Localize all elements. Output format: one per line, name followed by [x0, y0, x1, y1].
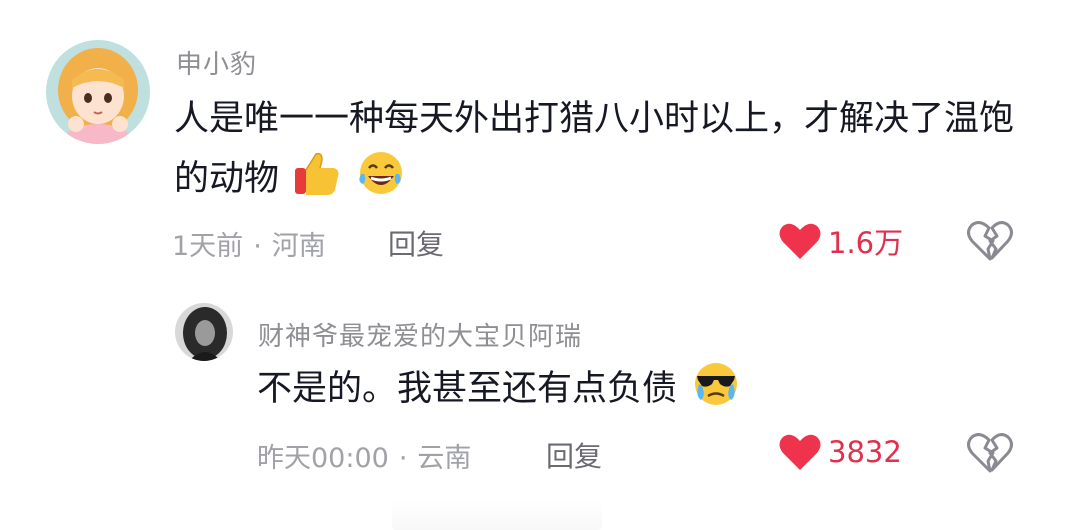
comment-location: 河南	[271, 231, 326, 262]
comment-text: 的动物	[174, 144, 405, 222]
meta-separator: ·	[253, 231, 262, 262]
comment-meta: 昨天00:00 · 云南	[257, 436, 471, 475]
dislike-button[interactable]	[966, 219, 1014, 263]
reply-button[interactable]: 回复	[388, 223, 444, 263]
comment-text: 不是的。我甚至还有点负债	[257, 354, 742, 432]
comment-username[interactable]: 财神爷最宠爱的大宝贝阿瑞	[258, 316, 582, 353]
reply-button[interactable]: 回复	[546, 435, 602, 475]
comment-meta: 1天前 · 河南	[172, 224, 326, 263]
heart-icon	[778, 221, 822, 261]
comment-text-line: 不是的。我甚至还有点负债	[257, 369, 678, 409]
comment-location: 云南	[417, 443, 472, 474]
watermark-blur	[392, 500, 602, 530]
dislike-button[interactable]	[966, 431, 1014, 475]
like-button[interactable]: 1.6万	[778, 220, 903, 262]
comment-time: 1天前	[172, 231, 244, 262]
meta-separator: ·	[398, 443, 408, 474]
avatar[interactable]	[175, 303, 233, 361]
thumbs-up-icon	[292, 148, 342, 222]
comment-list: 申小豹 人是唯一一种每天外出打猎八小时以上，才解决了温饱 的动物 1天前 · 河…	[0, 0, 1070, 530]
heart-icon	[778, 432, 822, 472]
sunglasses-tears-icon	[690, 358, 742, 432]
broken-heart-icon	[966, 431, 1014, 475]
laughing-tears-icon	[355, 148, 405, 222]
avatar[interactable]	[46, 40, 150, 144]
like-count: 1.6万	[828, 226, 904, 260]
broken-heart-icon	[966, 219, 1014, 263]
like-count: 3832	[828, 435, 902, 469]
like-button[interactable]: 3832	[778, 432, 902, 472]
comment-text-line: 人是唯一一种每天外出打猎八小时以上，才解决了温饱	[174, 99, 1015, 139]
comment-time: 昨天00:00	[257, 443, 389, 474]
comment-username[interactable]: 申小豹	[176, 44, 257, 81]
comment-text-line: 的动物	[174, 159, 280, 199]
